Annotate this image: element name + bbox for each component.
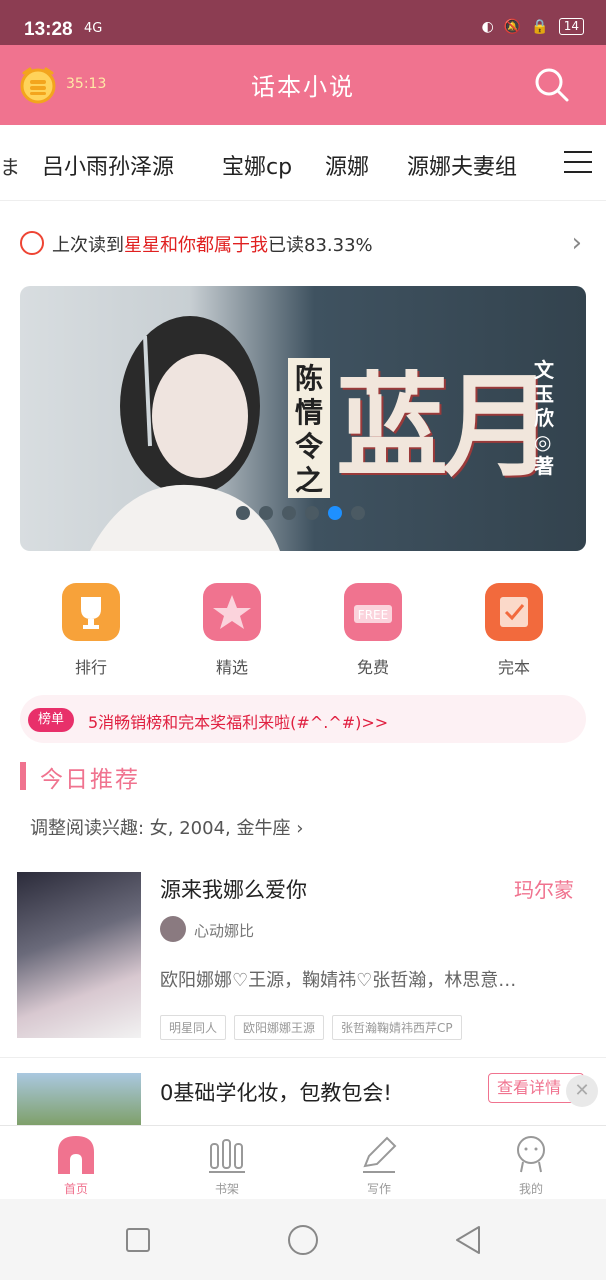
notice-banner[interactable]: 榜单 5消畅销榜和完本奖福利来啦(#^.^#)>> — [20, 695, 586, 743]
category-label: 免费 — [356, 658, 389, 677]
chevron-right-icon[interactable]: › — [572, 228, 582, 258]
ad-card[interactable]: 0基础学化妆，包教包会! 查看详情 ✕ — [0, 1073, 606, 1125]
divider — [0, 1057, 606, 1058]
carousel-dot[interactable] — [259, 506, 273, 520]
history-clock-icon — [20, 231, 44, 255]
category-label: 排行 — [74, 658, 107, 677]
category-completed[interactable]: 完本 — [474, 583, 554, 678]
circle-status-icon: ◐ — [481, 18, 494, 35]
tag-scroll-bar: ま 吕小雨孙泽源 宝娜cp 源娜 源娜夫妻组 — [0, 125, 606, 201]
last-read-prefix: 上次读到 — [52, 235, 124, 256]
banner-carousel[interactable]: 陈情令之 蓝月 文玉欣◎著 — [20, 286, 586, 551]
carousel-dot[interactable] — [236, 506, 250, 520]
adjust-preferences-link[interactable]: 调整阅读兴趣: 女, 2004, 金牛座 › — [30, 814, 303, 840]
pencil-icon — [359, 1134, 399, 1174]
back-icon[interactable] — [451, 1223, 485, 1257]
book-tag: 玛尔蒙 — [514, 878, 574, 902]
tag-item[interactable]: 吕小雨孙泽源 — [42, 149, 174, 181]
tab-label: 首页 — [63, 1182, 88, 1196]
svg-text:FREE: FREE — [358, 608, 388, 622]
carousel-dot[interactable] — [351, 506, 365, 520]
bottom-tab-bar: 首页 书架 写作 我的 — [0, 1125, 606, 1199]
user-icon — [511, 1134, 551, 1174]
check-book-icon — [485, 583, 543, 641]
banner-author: 文玉欣◎著 — [534, 358, 554, 478]
system-nav-bar — [0, 1199, 606, 1280]
mute-icon: 🔕 — [503, 18, 522, 35]
search-icon[interactable] — [534, 67, 570, 103]
book-cover-image[interactable] — [17, 872, 141, 1038]
lock-rotation-icon: 🔒 — [531, 18, 549, 35]
home-icon — [56, 1134, 96, 1174]
battery-level: 14 — [558, 18, 584, 35]
book-chip[interactable]: 明星同人 — [160, 1015, 227, 1040]
carousel-dot[interactable] — [305, 506, 319, 520]
tag-item[interactable]: 源娜 — [325, 149, 369, 181]
carousel-dots — [236, 506, 365, 520]
status-time: 13:28 — [24, 19, 73, 40]
carousel-dot[interactable] — [282, 506, 296, 520]
tab-label: 书架 — [214, 1182, 239, 1196]
home-button-icon[interactable] — [286, 1223, 320, 1257]
last-read-row[interactable]: 上次读到星星和你都属于我已读83.33% › — [20, 228, 586, 258]
free-icon: FREE — [344, 583, 402, 641]
tab-label: 写作 — [366, 1182, 391, 1196]
category-label: 完本 — [497, 658, 530, 677]
tab-home[interactable]: 首页 — [36, 1134, 116, 1197]
book-tags: 明星同人 欧阳娜娜王源 张哲瀚鞠婧祎西芹CP — [160, 1015, 462, 1040]
notice-text[interactable]: 5消畅销榜和完本奖福利来啦(#^.^#)>> — [88, 709, 388, 733]
bookshelf-icon — [207, 1134, 247, 1174]
tab-profile[interactable]: 我的 — [491, 1134, 571, 1197]
category-label: 精选 — [215, 658, 248, 677]
banner-subtitle: 陈情令之 — [288, 358, 330, 498]
ad-cover-image[interactable] — [17, 1073, 141, 1125]
book-description: 欧阳娜娜♡王源，鞠婧祎♡张哲瀚，林思意… — [160, 970, 517, 991]
book-card[interactable]: 源来我娜么爱你 玛尔蒙 心动娜比 欧阳娜娜♡王源，鞠婧祎♡张哲瀚，林思意… 明星… — [0, 872, 606, 1042]
tab-write[interactable]: 写作 — [339, 1134, 419, 1197]
category-free[interactable]: FREE 免费 — [333, 583, 413, 678]
book-title[interactable]: 源来我娜么爱你 — [160, 874, 307, 904]
tag-item[interactable]: 源娜夫妻组 — [407, 149, 517, 181]
category-featured[interactable]: 精选 — [192, 583, 272, 678]
last-read-book[interactable]: 星星和你都属于我 — [124, 235, 268, 256]
section-title: 今日推荐 — [40, 767, 140, 793]
status-icons: ◐ 🔕 🔒 14 — [482, 18, 584, 35]
app-title: 话本小说 — [251, 73, 355, 101]
app-bar: 35:13 话本小说 — [0, 45, 606, 125]
author-avatar — [160, 916, 186, 942]
trophy-icon — [62, 583, 120, 641]
book-chip[interactable]: 欧阳娜娜王源 — [234, 1015, 325, 1040]
tag-item[interactable]: 宝娜cp — [222, 149, 292, 181]
tab-bookshelf[interactable]: 书架 — [187, 1134, 267, 1197]
book-chip[interactable]: 张哲瀚鞠婧祎西芹CP — [332, 1015, 462, 1040]
category-row: 排行 精选 FREE 免费 完本 — [0, 583, 606, 683]
signal-indicator: 4G — [84, 21, 103, 36]
last-read-progress: 已读83.33% — [268, 235, 373, 256]
section-accent-bar — [20, 762, 26, 790]
author-name[interactable]: 心动娜比 — [194, 920, 254, 941]
tag-edge-clipped[interactable]: ま — [0, 151, 20, 180]
category-ranking[interactable]: 排行 — [51, 583, 131, 678]
recent-apps-icon[interactable] — [121, 1223, 155, 1257]
close-icon[interactable]: ✕ — [566, 1075, 598, 1107]
ad-title[interactable]: 0基础学化妆，包教包会! — [160, 1077, 392, 1107]
star-icon — [203, 583, 261, 641]
banner-title: 蓝月 — [336, 361, 554, 492]
carousel-dot-active[interactable] — [328, 506, 342, 520]
tab-label: 我的 — [518, 1182, 543, 1196]
status-bar: 13:28 4G ◐ 🔕 🔒 14 — [0, 0, 606, 45]
notice-badge: 榜单 — [28, 708, 75, 732]
menu-icon[interactable] — [564, 151, 592, 175]
